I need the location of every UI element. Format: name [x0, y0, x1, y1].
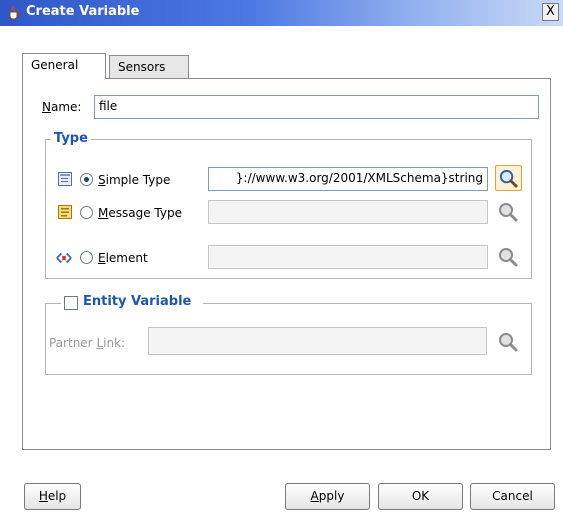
name-input[interactable]: file — [94, 95, 539, 119]
apply-button[interactable]: Apply — [285, 483, 370, 510]
partner-link-label: Partner Link: — [49, 336, 126, 350]
simple-type-field[interactable]: }://www.w3.org/2001/XMLSchema}string — [208, 167, 488, 191]
simple-type-browse-button[interactable] — [495, 165, 522, 191]
partner-link-browse-icon[interactable] — [497, 331, 519, 353]
ok-button[interactable]: OK — [378, 483, 463, 510]
element-label[interactable]: Element — [98, 251, 148, 265]
simple-type-icon — [58, 172, 72, 186]
title-bar: Create Variable X — [0, 0, 563, 26]
simple-type-label[interactable]: Simple Type — [98, 173, 170, 187]
entity-variable-title[interactable]: Entity Variable — [83, 294, 192, 309]
element-field[interactable] — [208, 245, 488, 269]
partner-link-field[interactable] — [148, 327, 487, 355]
entity-variable-checkbox[interactable] — [64, 296, 78, 310]
type-group-title: Type — [51, 131, 91, 146]
close-button[interactable]: X — [542, 3, 559, 21]
message-type-field[interactable] — [208, 200, 488, 224]
name-label: Name: — [42, 100, 82, 114]
entity-variable-header: Entity Variable — [61, 294, 203, 312]
simple-type-radio[interactable] — [80, 173, 93, 186]
window-title: Create Variable — [26, 4, 140, 19]
help-button[interactable]: Help — [24, 483, 81, 510]
tab-general[interactable]: General — [22, 53, 106, 79]
message-type-label[interactable]: Message Type — [98, 206, 182, 220]
message-type-icon — [58, 205, 72, 219]
element-radio[interactable] — [80, 251, 93, 264]
message-type-browse-icon[interactable] — [497, 201, 519, 223]
java-cup-icon — [9, 5, 21, 20]
general-tab-panel: Name: file Type Simple Type }://www.w3.o… — [22, 78, 551, 450]
tab-sensors[interactable]: Sensors — [109, 55, 189, 79]
magnifier-icon — [499, 169, 518, 188]
element-browse-icon[interactable] — [497, 246, 519, 268]
message-type-radio[interactable] — [80, 206, 93, 219]
element-icon — [56, 252, 72, 264]
cancel-button[interactable]: Cancel — [470, 483, 555, 510]
